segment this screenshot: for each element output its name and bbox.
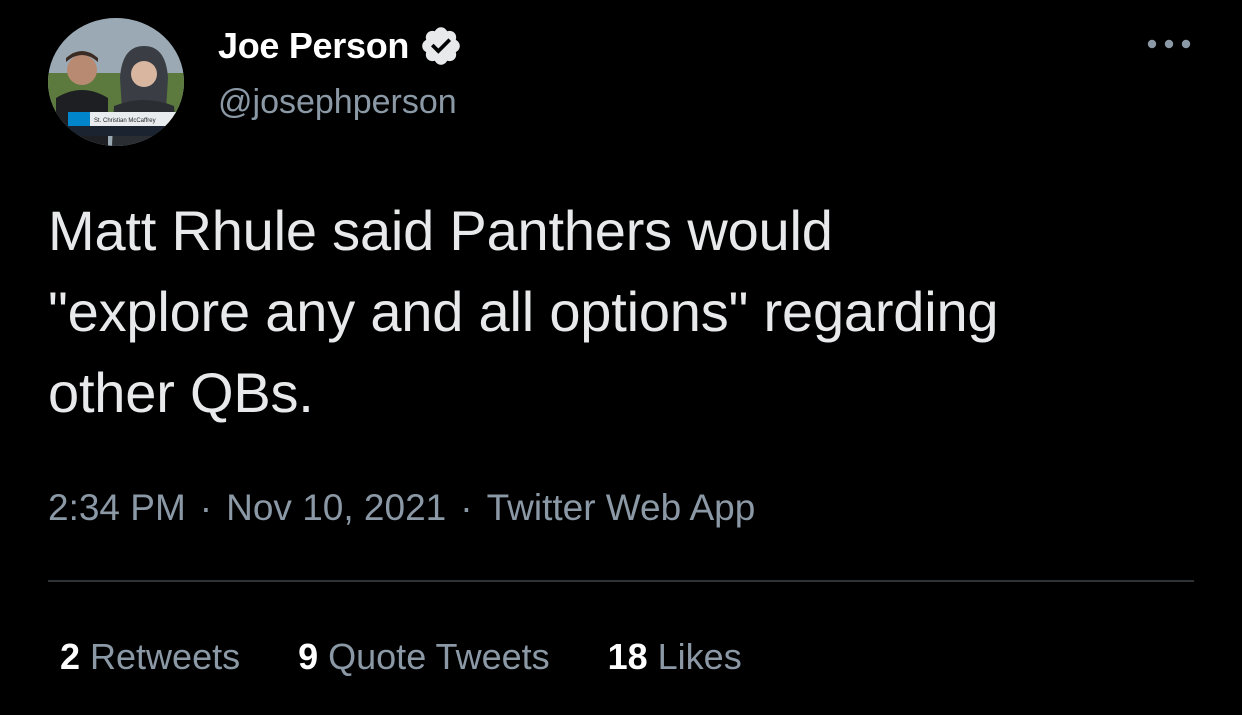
stat-count: 18 xyxy=(607,636,648,677)
divider xyxy=(48,580,1194,582)
more-options-icon[interactable] xyxy=(1146,34,1192,54)
tweet-date[interactable]: Nov 10, 2021 xyxy=(226,484,446,532)
stat-label: Retweets xyxy=(90,636,241,677)
stat-label: Likes xyxy=(657,636,742,677)
author-name-row: Joe Person xyxy=(218,24,463,68)
stat-count: 2 xyxy=(60,636,81,677)
tweet-meta: 2:34 PM · Nov 10, 2021 · Twitter Web App xyxy=(48,484,755,532)
tweet-text-line: Matt Rhule said Panthers would xyxy=(48,199,833,262)
author-display-name[interactable]: Joe Person xyxy=(218,24,409,68)
avatar[interactable]: St. Christian McCaffrey xyxy=(48,18,184,146)
meta-separator: · xyxy=(199,487,213,528)
author-handle[interactable]: @josephperson xyxy=(218,80,457,124)
stat-count: 9 xyxy=(298,636,319,677)
retweets-stat[interactable]: 2 Retweets xyxy=(60,634,240,680)
tweet-text-line: other QBs. xyxy=(48,361,314,424)
avatar-caption: St. Christian McCaffrey xyxy=(94,118,156,124)
stat-label: Quote Tweets xyxy=(328,636,550,677)
tweet-time[interactable]: 2:34 PM xyxy=(48,484,186,532)
tweet-source[interactable]: Twitter Web App xyxy=(487,484,756,532)
quote-tweets-stat[interactable]: 9 Quote Tweets xyxy=(298,634,550,680)
tweet-stats: 2 Retweets 9 Quote Tweets 18 Likes xyxy=(60,634,800,680)
verified-badge-icon xyxy=(419,24,463,68)
likes-stat[interactable]: 18 Likes xyxy=(608,634,742,680)
tweet-text: Matt Rhule said Panthers would "explore … xyxy=(48,190,1208,433)
tweet-text-line: "explore any and all options" regarding xyxy=(48,280,999,343)
meta-separator: · xyxy=(460,487,473,528)
tweet-detail: St. Christian McCaffrey Joe Person @jose… xyxy=(0,0,1242,715)
